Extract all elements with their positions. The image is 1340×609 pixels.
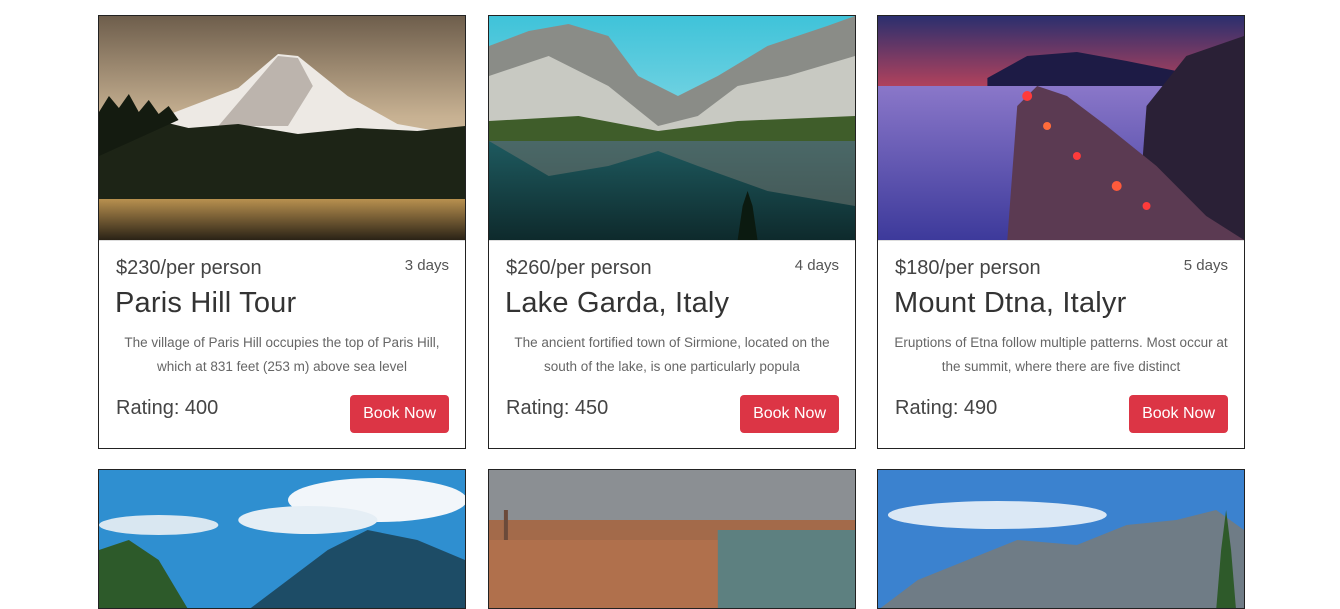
tour-grid: $230/per person 3 days Paris Hill Tour T… <box>0 0 1340 609</box>
tour-image-mountain-range <box>878 470 1244 608</box>
tour-card: $260/per person 4 days Lake Garda, Italy… <box>488 15 856 449</box>
tour-card: $180/per person 5 days Mount Dtna, Italy… <box>877 15 1245 449</box>
tour-price: $180/per person <box>895 257 1041 279</box>
tour-image-lake-mountains-sky <box>99 470 465 608</box>
tour-duration: 3 days <box>404 257 449 274</box>
tour-image-city-aerial <box>489 470 855 608</box>
tour-description: The ancient fortified town of Sirmione, … <box>514 335 830 374</box>
tour-price: $230/per person <box>116 257 262 279</box>
tour-duration: 4 days <box>794 257 839 274</box>
book-now-button[interactable]: Book Now <box>1129 395 1228 433</box>
tour-title: Mount Dtna, Italyr <box>894 287 1127 319</box>
tour-title: Lake Garda, Italy <box>505 287 730 319</box>
tour-card <box>488 469 856 609</box>
tour-rating: Rating: 490 <box>895 397 998 419</box>
tour-image-coastal-village <box>878 16 1244 241</box>
tour-card <box>877 469 1245 609</box>
tour-rating: Rating: 450 <box>506 397 609 419</box>
book-now-button[interactable]: Book Now <box>740 395 839 433</box>
tour-duration: 5 days <box>1183 257 1228 274</box>
tour-description: Eruptions of Etna follow multiple patter… <box>894 335 1228 374</box>
tour-title: Paris Hill Tour <box>115 287 297 319</box>
tour-image-mountain-lake <box>99 16 465 241</box>
book-now-button[interactable]: Book Now <box>350 395 449 433</box>
tour-image-alpine-lake <box>489 16 855 241</box>
tour-price: $260/per person <box>506 257 652 279</box>
tour-card <box>98 469 466 609</box>
tour-description: The village of Paris Hill occupies the t… <box>124 335 440 374</box>
tour-card: $230/per person 3 days Paris Hill Tour T… <box>98 15 466 449</box>
tour-rating: Rating: 400 <box>116 397 219 419</box>
